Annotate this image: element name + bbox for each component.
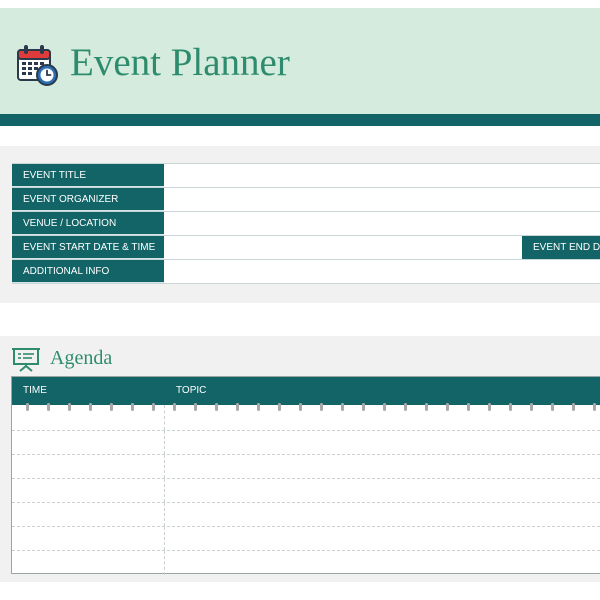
calendar-clock-icon [17,45,58,86]
venue-location-field[interactable] [165,212,600,235]
binder-ring [131,403,134,411]
binder-ring [446,403,449,411]
info-row-event-title: EVENT TITLE [12,164,600,188]
binder-ring [257,403,260,411]
agenda-header-row: TIME TOPIC [12,377,600,405]
agenda-topic-cell[interactable] [165,503,600,526]
binder-ring [572,403,575,411]
info-row-additional-info: ADDITIONAL INFO [12,260,600,284]
binder-ring [152,403,155,411]
info-row-venue: VENUE / LOCATION [12,212,600,236]
agenda-time-cell[interactable] [12,551,165,575]
agenda-topic-cell[interactable] [165,551,600,575]
event-organizer-field[interactable] [165,188,600,211]
agenda-topic-cell[interactable] [165,455,600,478]
header-accent-bar [0,114,600,126]
agenda-time-cell[interactable] [12,431,165,454]
binder-ring [47,403,50,411]
table-row [12,431,600,455]
table-row [12,455,600,479]
binder-ring [68,403,71,411]
label-event-end: EVENT END DA [522,236,600,259]
event-info-table: EVENT TITLE EVENT ORGANIZER VENUE / LOCA… [12,163,600,284]
presentation-board-icon [12,348,40,372]
label-event-organizer: EVENT ORGANIZER [12,188,164,211]
binder-ring [488,403,491,411]
column-header-time: TIME [23,385,47,396]
binder-ring [320,403,323,411]
agenda-topic-cell[interactable] [165,431,600,454]
label-event-title: EVENT TITLE [12,164,164,187]
agenda-body [12,405,600,575]
binder-ring [530,403,533,411]
binder-ring [383,403,386,411]
binder-rings [26,403,596,411]
table-row [12,503,600,527]
binder-ring [299,403,302,411]
event-title-field[interactable] [165,164,600,187]
binder-ring [362,403,365,411]
agenda-topic-cell[interactable] [165,479,600,502]
binder-ring [551,403,554,411]
agenda-topic-cell[interactable] [165,527,600,550]
agenda-table: TIME TOPIC [11,376,600,575]
binder-ring [110,403,113,411]
agenda-time-cell[interactable] [12,527,165,550]
label-event-start: EVENT START DATE & TIME [12,236,164,259]
agenda-heading: Agenda [50,347,113,369]
binder-ring [236,403,239,411]
table-row [12,527,600,551]
binder-ring [341,403,344,411]
label-additional-info: ADDITIONAL INFO [12,260,164,283]
label-venue-location: VENUE / LOCATION [12,212,164,235]
binder-ring [194,403,197,411]
page-title: Event Planner [70,41,290,84]
agenda-time-cell[interactable] [12,503,165,526]
binder-ring [173,403,176,411]
binder-ring [425,403,428,411]
binder-ring [509,403,512,411]
table-row [12,551,600,575]
info-row-event-organizer: EVENT ORGANIZER [12,188,600,212]
binder-ring [215,403,218,411]
agenda-time-cell[interactable] [12,479,165,502]
column-header-topic: TOPIC [176,385,207,396]
binder-ring [89,403,92,411]
info-row-start-date: EVENT START DATE & TIME EVENT END DA [12,236,600,260]
agenda-time-cell[interactable] [12,455,165,478]
binder-ring [467,403,470,411]
binder-ring [404,403,407,411]
binder-ring [26,403,29,411]
additional-info-field[interactable] [165,260,600,283]
table-row [12,479,600,503]
binder-ring [593,403,596,411]
binder-ring [278,403,281,411]
